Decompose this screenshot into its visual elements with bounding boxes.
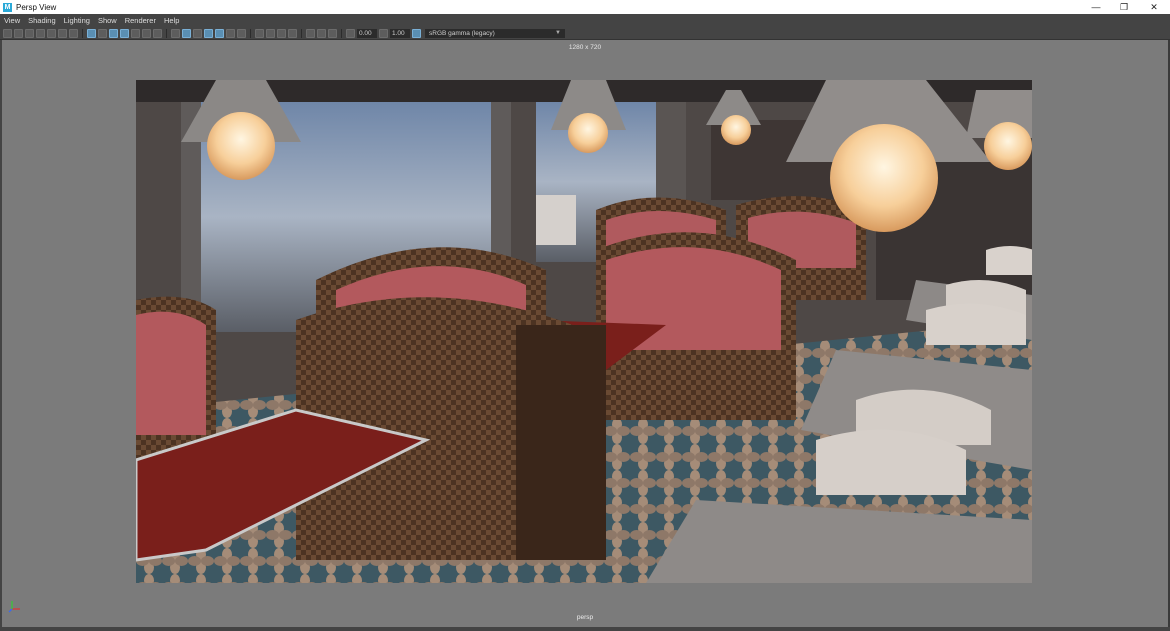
- panel-menubar: View Shading Lighting Show Renderer Help: [0, 14, 1170, 27]
- gate-mask-icon[interactable]: [120, 28, 129, 38]
- use-lights-icon[interactable]: [226, 28, 235, 38]
- image-plane-icon[interactable]: [47, 28, 56, 38]
- window-title: Persp View: [16, 2, 57, 12]
- chevron-down-icon: ▼: [555, 29, 561, 36]
- xray-icon[interactable]: [317, 28, 326, 38]
- safe-action-icon[interactable]: [142, 28, 151, 38]
- gamma-icon[interactable]: [379, 28, 388, 38]
- scene-render-image: [136, 80, 1032, 583]
- toolbar-divider: [341, 28, 342, 38]
- exposure-icon[interactable]: [346, 28, 355, 38]
- close-button[interactable]: ✕: [1140, 0, 1168, 14]
- resolution-gate-icon[interactable]: [109, 28, 118, 38]
- ambient-occlusion-icon[interactable]: [255, 28, 264, 38]
- menu-show[interactable]: Show: [98, 16, 117, 25]
- field-chart-icon[interactable]: [131, 28, 140, 38]
- camera-attributes-icon[interactable]: [14, 28, 23, 38]
- menu-help[interactable]: Help: [164, 16, 179, 25]
- xray-joints-icon[interactable]: [328, 28, 337, 38]
- menu-renderer[interactable]: Renderer: [125, 16, 156, 25]
- isolate-select-icon[interactable]: [306, 28, 315, 38]
- toolbar-divider: [301, 28, 302, 38]
- toolbar-divider: [166, 28, 167, 38]
- panel-bottom-edge: [0, 627, 1170, 631]
- wireframe-icon[interactable]: [171, 28, 180, 38]
- anti-aliasing-icon[interactable]: [277, 28, 286, 38]
- menu-lighting[interactable]: Lighting: [64, 16, 90, 25]
- color-space-dropdown[interactable]: sRGB gamma (legacy) ▼: [425, 28, 565, 38]
- motion-blur-icon[interactable]: [266, 28, 275, 38]
- pan-zoom-icon[interactable]: [58, 28, 67, 38]
- camera-lock-icon[interactable]: [25, 28, 34, 38]
- safe-title-icon[interactable]: [153, 28, 162, 38]
- camera-name-label: persp: [576, 614, 594, 621]
- shadows-icon[interactable]: [237, 28, 246, 38]
- menu-shading[interactable]: Shading: [28, 16, 56, 25]
- bookmark-icon[interactable]: [36, 28, 45, 38]
- minimize-button[interactable]: —: [1082, 0, 1110, 14]
- wireframe-on-shaded-icon[interactable]: [204, 28, 213, 38]
- depth-of-field-icon[interactable]: [288, 28, 297, 38]
- grease-pencil-icon[interactable]: [69, 28, 78, 38]
- textured-icon[interactable]: [215, 28, 224, 38]
- toolbar-divider: [250, 28, 251, 38]
- smooth-shade-icon[interactable]: [182, 28, 191, 38]
- color-management-icon[interactable]: [412, 28, 421, 38]
- view-axis-icon: [8, 601, 20, 613]
- window-titlebar: M Persp View — ❐ ✕: [0, 0, 1170, 14]
- maximize-button[interactable]: ❐: [1110, 0, 1138, 14]
- rendered-scene: [136, 80, 1032, 583]
- gamma-field[interactable]: 1.00: [390, 28, 410, 38]
- maya-app-icon: M: [3, 2, 12, 12]
- grid-icon[interactable]: [87, 28, 96, 38]
- color-space-value: sRGB gamma (legacy): [429, 29, 495, 37]
- menu-view[interactable]: View: [4, 16, 20, 25]
- exposure-field[interactable]: 0.00: [357, 28, 377, 38]
- film-gate-icon[interactable]: [98, 28, 107, 38]
- resolution-gate-label: 1280 x 720: [568, 44, 602, 51]
- default-material-icon[interactable]: [193, 28, 202, 38]
- panel-toolbar: 0.00 1.00 sRGB gamma (legacy) ▼: [0, 27, 1170, 40]
- select-camera-icon[interactable]: [3, 28, 12, 38]
- toolbar-divider: [82, 28, 83, 38]
- 3d-viewport[interactable]: 1280 x 720 persp: [2, 40, 1168, 627]
